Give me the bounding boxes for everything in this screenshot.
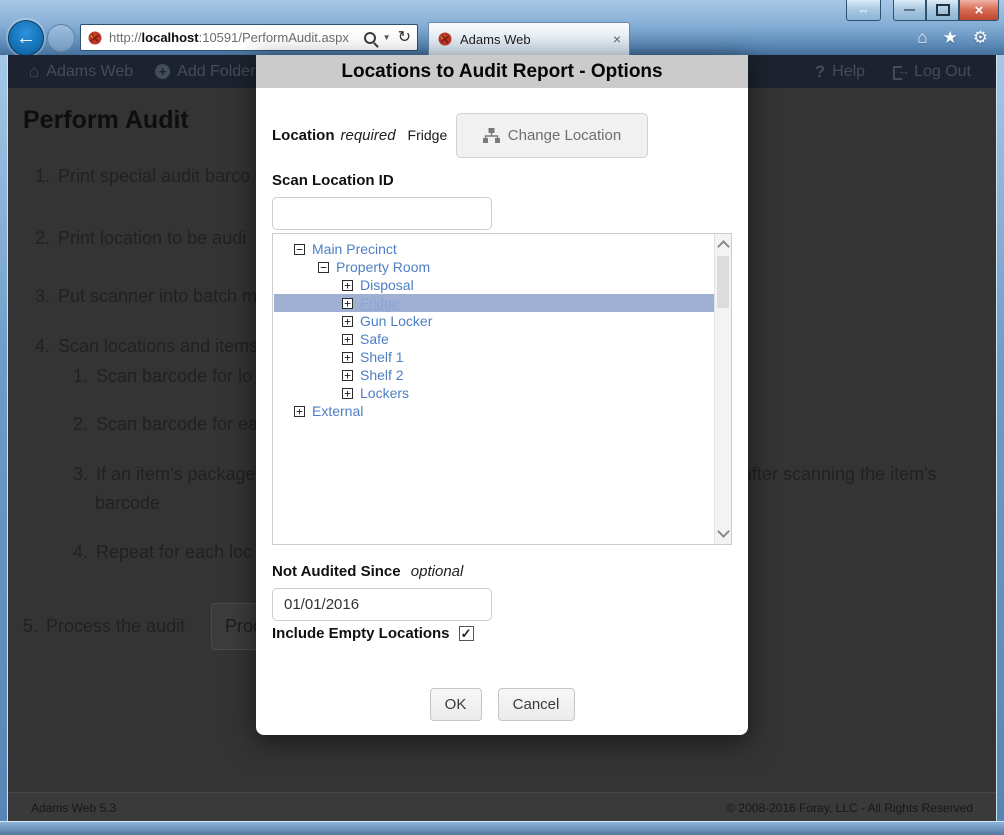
adams-web-favicon <box>87 30 103 46</box>
audit-step-4-3: 3.If an item's package <box>73 464 256 485</box>
footer-version: Adams Web 5.3 <box>31 801 116 815</box>
audit-step-4: 4.Scan locations and items <box>35 336 258 357</box>
close-icon: × <box>975 2 984 19</box>
tree-item-main-precinct[interactable]: −Main Precinct <box>274 240 714 258</box>
footer-copyright: © 2008-2016 Foray, LLC - All Rights Rese… <box>726 801 973 815</box>
home-icon[interactable]: ⌂ <box>917 29 927 46</box>
address-bar[interactable]: http://localhost:10591/PerformAudit.aspx… <box>80 24 418 51</box>
audit-step-4-4: 4.Repeat for each loc <box>73 542 252 563</box>
quick-tabs-button[interactable]: ⇔ <box>846 0 881 21</box>
brand-home-icon: ⌂ <box>29 62 39 82</box>
page-title: Perform Audit <box>23 106 189 135</box>
expand-icon[interactable]: + <box>342 370 353 381</box>
forward-arrow-icon: → <box>54 30 69 47</box>
location-tree: −Main Precinct −Property Room +Disposal … <box>272 233 732 545</box>
location-value: Fridge <box>408 127 448 143</box>
forward-button[interactable]: → <box>47 24 75 52</box>
back-arrow-icon: ← <box>16 27 36 50</box>
not-audited-since-input[interactable] <box>272 588 492 621</box>
tree-item-external[interactable]: +External <box>274 402 714 420</box>
scrollbar-thumb[interactable] <box>717 256 729 308</box>
audit-step-4-2: 2.Scan barcode for ea <box>73 414 258 435</box>
navbar-add-folder[interactable]: + Add Folder <box>155 63 255 81</box>
include-empty-locations-row: Include Empty Locations ✓ <box>272 625 474 642</box>
expand-icon[interactable]: + <box>342 316 353 327</box>
expand-icon[interactable]: + <box>342 352 353 363</box>
expand-icon[interactable]: + <box>294 406 305 417</box>
logout-label: Log Out <box>914 63 971 81</box>
close-window-button[interactable]: × <box>959 0 999 21</box>
page-footer: Adams Web 5.3 © 2008-2016 Foray, LLC - A… <box>7 792 997 823</box>
scroll-down-icon[interactable] <box>717 525 730 538</box>
location-row: Location required Fridge <box>272 113 447 157</box>
url-text: http://localhost:10591/PerformAudit.aspx <box>109 30 349 45</box>
search-icon[interactable] <box>364 32 376 44</box>
expand-icon[interactable]: + <box>342 298 353 309</box>
location-label: Location <box>272 127 335 144</box>
tab-close-icon[interactable]: × <box>613 32 621 46</box>
navbar-logout[interactable]: → Log Out <box>893 63 971 81</box>
audit-step-3: 3.Put scanner into batch m <box>35 286 257 307</box>
dialog-title: Locations to Audit Report - Options <box>256 55 748 88</box>
maximize-button[interactable] <box>926 0 959 21</box>
cancel-button[interactable]: Cancel <box>498 688 575 721</box>
scan-location-id-input[interactable] <box>272 197 492 230</box>
tree-item-gun-locker[interactable]: +Gun Locker <box>274 312 714 330</box>
audit-step-4-1: 1.Scan barcode for lo <box>73 366 252 387</box>
collapse-icon[interactable]: − <box>294 244 305 255</box>
locations-to-audit-dialog: Locations to Audit Report - Options Loca… <box>256 55 748 735</box>
tree-item-shelf-1[interactable]: +Shelf 1 <box>274 348 714 366</box>
scan-location-id-label: Scan Location ID <box>272 172 394 189</box>
expand-icon[interactable]: + <box>342 334 353 345</box>
favorites-star-icon[interactable]: ★ <box>943 29 958 46</box>
expand-icon[interactable]: + <box>342 388 353 399</box>
tree-item-safe[interactable]: +Safe <box>274 330 714 348</box>
browser-chrome: ⇔ — × ← → http://localhost:10591/Perform… <box>0 0 1004 55</box>
maximize-icon <box>936 4 950 16</box>
minimize-button[interactable]: — <box>893 0 926 21</box>
brand-label: Adams Web <box>46 63 133 81</box>
location-required-hint: required <box>341 127 396 144</box>
tab-favicon <box>437 31 453 47</box>
expand-icon[interactable]: + <box>342 280 353 291</box>
navbar-brand[interactable]: ⌂ Adams Web <box>29 62 133 82</box>
tree-item-fridge-selected[interactable]: +Fridge <box>274 294 714 312</box>
include-empty-locations-label: Include Empty Locations <box>272 625 450 642</box>
scroll-up-icon[interactable] <box>717 240 730 253</box>
ok-button[interactable]: OK <box>430 688 482 721</box>
audit-step-4-3-continuation: after scanning the item's <box>742 464 937 485</box>
audit-step-4-3-wrap: barcode <box>95 493 160 514</box>
change-location-button[interactable]: Change Location <box>456 113 648 158</box>
tab-adams-web[interactable]: Adams Web × <box>428 22 630 55</box>
include-empty-checkbox[interactable]: ✓ <box>459 626 474 641</box>
help-icon: ? <box>815 62 825 82</box>
not-audited-since-label: Not Audited Since optional <box>272 563 463 580</box>
add-folder-label: Add Folder <box>177 63 255 81</box>
tree-item-disposal[interactable]: +Disposal <box>274 276 714 294</box>
tree-item-lockers[interactable]: +Lockers <box>274 384 714 402</box>
navbar-help[interactable]: ? Help <box>815 62 865 82</box>
sitemap-icon <box>483 128 500 143</box>
minimize-icon: — <box>904 4 915 16</box>
browser-window: ⇔ — × ← → http://localhost:10591/Perform… <box>0 0 1004 835</box>
tree-item-property-room[interactable]: −Property Room <box>274 258 714 276</box>
audit-step-5: 5.Process the audit <box>23 616 185 637</box>
audit-step-1: 1.Print special audit barco <box>35 166 250 187</box>
browser-actions: ⌂ ★ ⚙ <box>917 29 988 46</box>
chevron-down-icon[interactable]: ▼ <box>383 33 391 42</box>
add-plus-icon: + <box>155 64 170 79</box>
help-label: Help <box>832 63 865 81</box>
tree-scrollbar[interactable] <box>714 234 731 544</box>
tree-item-shelf-2[interactable]: +Shelf 2 <box>274 366 714 384</box>
tab-title: Adams Web <box>460 32 531 47</box>
collapse-icon[interactable]: − <box>318 262 329 273</box>
audit-step-2: 2.Print location to be audi <box>35 228 246 249</box>
logout-icon: → <box>893 65 907 79</box>
back-button[interactable]: ← <box>8 20 44 56</box>
tools-gear-icon[interactable]: ⚙ <box>973 29 988 46</box>
quicknav-icon: ⇔ <box>858 3 870 17</box>
refresh-icon[interactable]: ↻ <box>398 30 411 46</box>
